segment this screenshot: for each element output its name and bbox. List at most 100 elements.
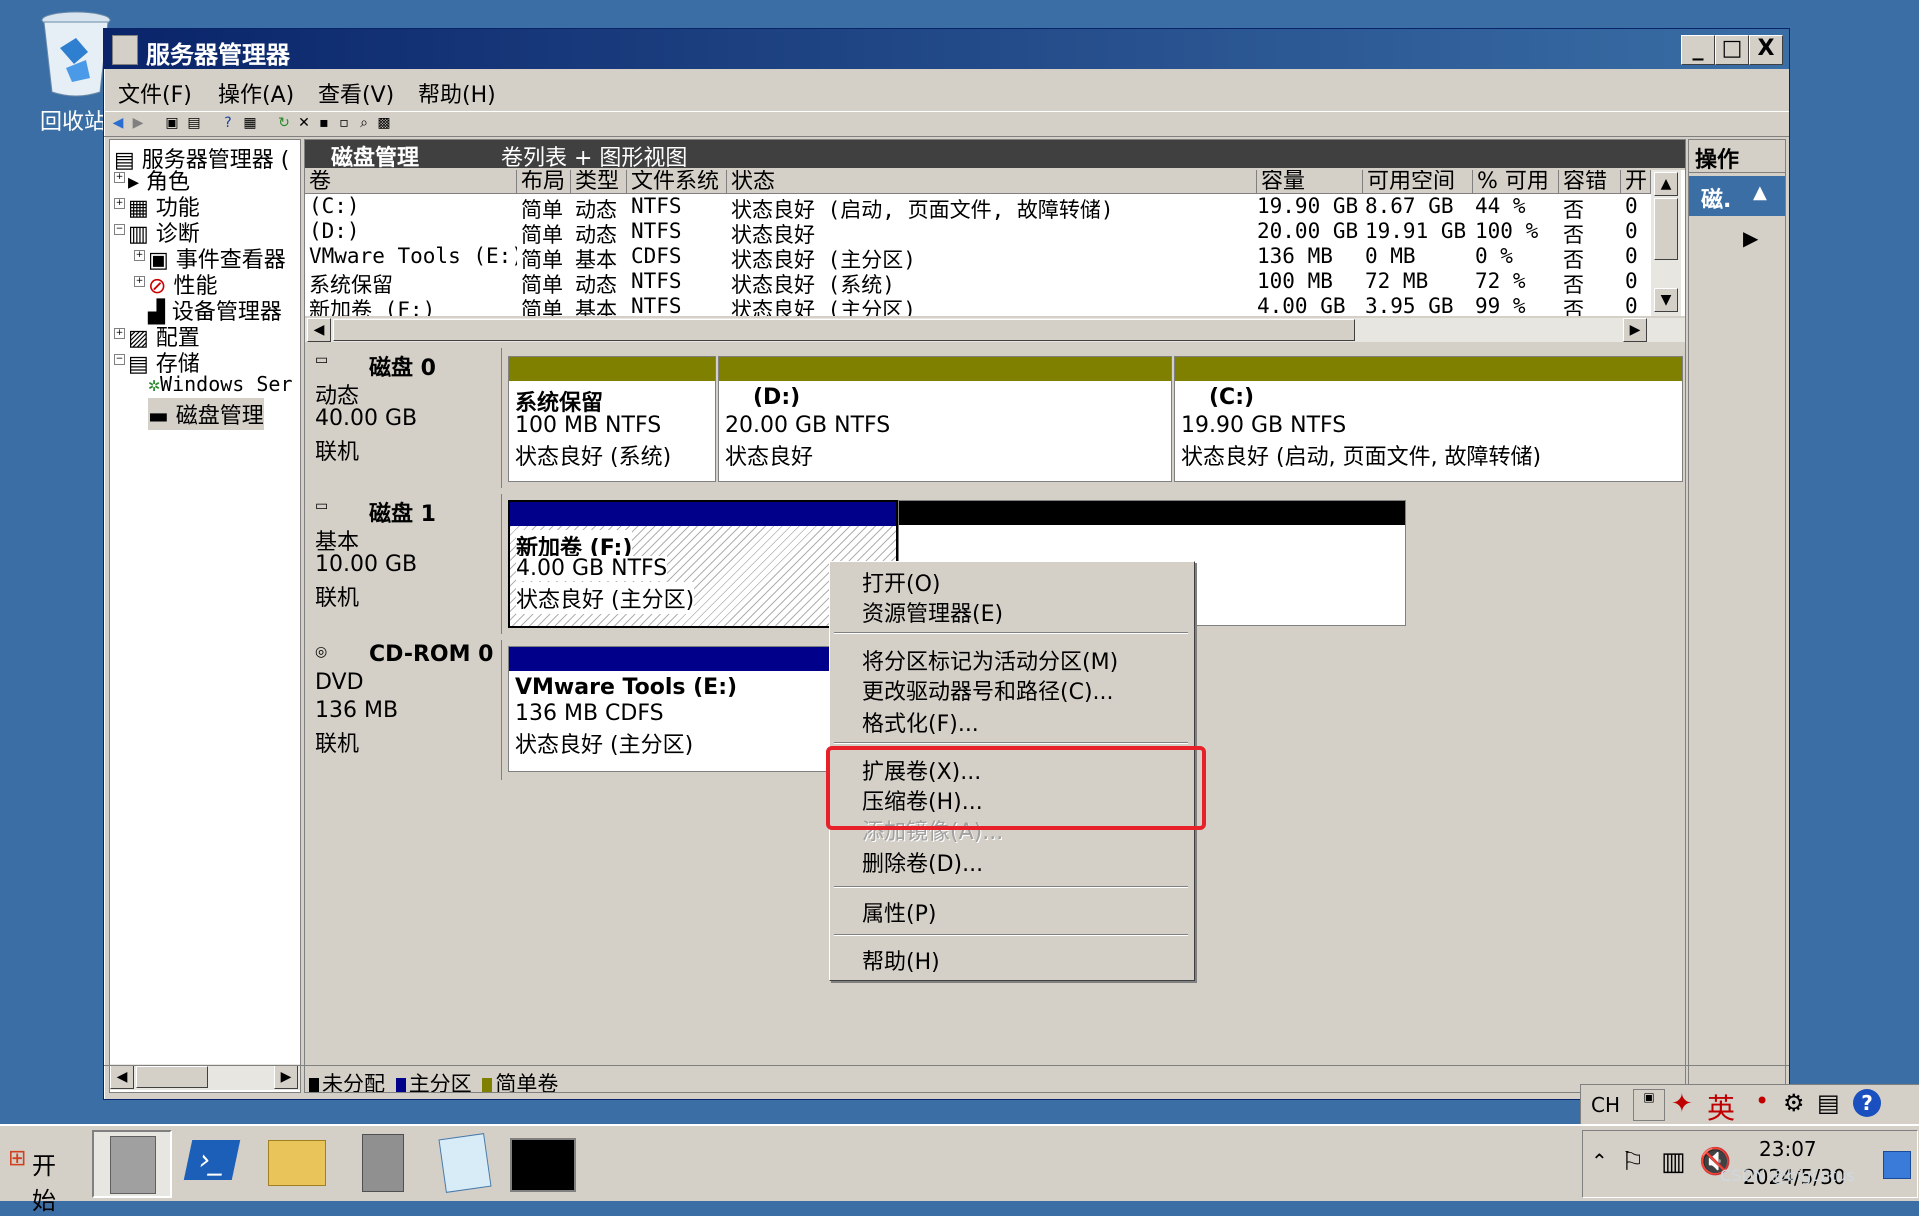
ime-ms-pinyin-icon[interactable]: ▣ [1633, 1089, 1665, 1121]
refresh-icon[interactable]: ↻ [276, 115, 292, 131]
menu-item-explorer[interactable]: 资源管理器(E) [862, 596, 1003, 628]
column-header-capacity[interactable]: 容量 [1257, 170, 1363, 194]
menu-item-change-drive-letter[interactable]: 更改驱动器号和路径(C)... [862, 674, 1114, 706]
volume-list-horizontal-scrollbar[interactable]: ◀ ▶ [305, 318, 1685, 342]
taskbar-powershell[interactable]: ›_ [176, 1130, 252, 1194]
clock-time[interactable]: 23:07 [1759, 1137, 1817, 1161]
expand-toggle[interactable]: + [114, 198, 125, 209]
ime-options-icon[interactable]: ▤ [1817, 1089, 1840, 1117]
more-actions-arrow-icon[interactable]: ▶ [1743, 226, 1758, 250]
maximize-button[interactable]: □ [1715, 35, 1749, 65]
table-cell: 0 [1625, 219, 1638, 243]
title-bar[interactable]: 服务器管理器 _ □ X [104, 29, 1789, 69]
console-icon[interactable]: ▦ [242, 115, 258, 131]
help-icon[interactable]: ? [220, 115, 236, 131]
taskbar-command-prompt[interactable] [504, 1130, 580, 1194]
menu-bar: 文件(F) 操作(A) 查看(V) 帮助(H) [104, 71, 1789, 109]
table-cell: NTFS [631, 194, 682, 218]
taskbar-file-explorer[interactable] [260, 1130, 336, 1194]
properties-icon[interactable]: ▪ [316, 115, 332, 131]
scroll-thumb[interactable] [1654, 198, 1678, 260]
menu-item-mark-active[interactable]: 将分区标记为活动分区(M) [862, 644, 1118, 676]
taskbar-admin-tools[interactable] [344, 1130, 420, 1194]
scroll-right-button[interactable]: ▶ [1623, 318, 1647, 342]
menu-item-open[interactable]: 打开(O) [862, 566, 940, 598]
expand-toggle[interactable]: + [134, 250, 145, 261]
language-indicator[interactable]: CH [1591, 1093, 1620, 1117]
column-header-layout[interactable]: 布局 [517, 170, 571, 194]
show-hidden-icons-chevron-icon[interactable]: ⌃ [1591, 1149, 1608, 1173]
volume-list-vertical-scrollbar[interactable]: ▲ ▼ [1651, 170, 1681, 316]
expand-toggle[interactable]: + [114, 172, 125, 183]
minimize-button[interactable]: _ [1681, 35, 1715, 65]
disk-1-info[interactable]: ▭ 磁盘 1 基本 10.00 GB 联机 [309, 494, 502, 634]
scroll-thumb[interactable] [333, 319, 1355, 341]
ime-mode-icon[interactable]: ✦ [1671, 1089, 1693, 1119]
column-header-percent-free[interactable]: % 可用 [1473, 170, 1559, 194]
cdrom-0-info[interactable]: ◎ CD-ROM 0 DVD 136 MB 联机 [309, 640, 502, 780]
collapse-toggle[interactable]: − [114, 224, 125, 235]
menu-file[interactable]: 文件(F) [118, 77, 192, 109]
forward-arrow-icon[interactable]: ▶ [130, 115, 146, 131]
table-cell: 20.00 GB [1257, 219, 1359, 243]
storage-icon: ▤ [128, 352, 149, 377]
taskbar-notepad[interactable] [428, 1130, 504, 1194]
table-row[interactable]: (C:) 简单 动态 NTFS 状态良好 (启动, 页面文件, 故障转储) 19.90 G… [305, 194, 1651, 222]
scroll-down-button[interactable]: ▼ [1654, 288, 1678, 312]
table-row[interactable]: 系统保留 简单 动态 NTFS 状态良好 (系统) 100 MB 72 MB 72 % 否 0 [305, 269, 1651, 297]
expand-toggle[interactable]: + [114, 328, 125, 339]
menu-item-format[interactable]: 格式化(F)... [862, 706, 979, 738]
open-folder-icon[interactable]: ▫ [336, 115, 352, 131]
table-cell: 4.00 GB [1257, 294, 1346, 316]
network-icon[interactable]: ▥ [1661, 1147, 1686, 1177]
start-button[interactable]: ⊞ 开始 [4, 1134, 78, 1215]
ime-english-toggle[interactable]: 英 [1707, 1087, 1735, 1127]
partition-system-reserved[interactable]: 系统保留 100 MB NTFS 状态良好 (系统) [508, 356, 716, 482]
show-desktop-button[interactable] [1883, 1151, 1911, 1179]
ime-settings-icon[interactable]: ⚙ [1783, 1089, 1805, 1117]
windows-logo-icon: ⊞ [8, 1146, 27, 1171]
tree-item-disk-management[interactable]: ▬ 磁盘管理 [148, 398, 264, 430]
column-header-status[interactable]: 状态 [727, 170, 1257, 194]
table-row[interactable]: VMware Tools (E:) 简单 基本 CDFS 状态良好 (主分区) 136 M… [305, 244, 1651, 272]
partition-d-drive[interactable]: (D:) 20.00 GB NTFS 状态良好 [718, 356, 1172, 482]
back-arrow-icon[interactable]: ◀ [110, 115, 126, 131]
column-header-filesystem[interactable]: 文件系统 [627, 170, 727, 194]
menu-view[interactable]: 查看(V) [318, 77, 394, 109]
scroll-up-button[interactable]: ▲ [1654, 172, 1678, 196]
actions-disk-management-item[interactable]: 磁. ▲ [1689, 176, 1785, 216]
delete-icon[interactable]: ✕ [296, 115, 312, 131]
table-row[interactable]: (D:) 简单 动态 NTFS 状态良好 20.00 GB 19.91 GB 100 % 否 0 [305, 219, 1651, 247]
up-folder-icon[interactable]: ▣ [164, 115, 180, 131]
table-cell: CDFS [631, 244, 682, 268]
menu-help[interactable]: 帮助(H) [418, 77, 496, 109]
menu-item-delete-volume[interactable]: 删除卷(D)... [862, 846, 983, 878]
search-icon[interactable]: ⌕ [356, 115, 372, 131]
column-header-overhead[interactable]: 开 [1621, 170, 1651, 194]
taskbar-server-manager[interactable] [92, 1130, 172, 1198]
collapse-toggle[interactable]: − [114, 354, 125, 365]
menu-item-properties[interactable]: 属性(P) [862, 896, 936, 928]
tree-item-windows-server-backup[interactable]: ✲Windows Ser [148, 372, 293, 396]
column-header-volume[interactable]: 卷 [305, 170, 517, 194]
volume-rows: (C:) 简单 动态 NTFS 状态良好 (启动, 页面文件, 故障转储) 19.90 G… [305, 194, 1651, 316]
collapse-arrow-icon[interactable]: ▲ [1753, 182, 1767, 203]
column-header-type[interactable]: 类型 [571, 170, 627, 194]
disk-icon: ▭ [315, 498, 329, 514]
disk-settings-icon[interactable]: ▩ [376, 115, 392, 131]
disk-0-info[interactable]: ▭ 磁盘 0 动态 40.00 GB 联机 [309, 348, 502, 488]
expand-toggle[interactable]: + [134, 276, 145, 287]
column-header-fault-tolerance[interactable]: 容错 [1559, 170, 1621, 194]
menu-action[interactable]: 操作(A) [218, 77, 294, 109]
partition-c-drive[interactable]: (C:) 19.90 GB NTFS 状态良好 (启动, 页面文件, 故障转储) [1174, 356, 1683, 482]
close-button[interactable]: X [1749, 35, 1783, 65]
table-row[interactable]: 新加卷 (F:) 简单 基本 NTFS 状态良好 (主分区) 4.00 GB 3.95 GB… [305, 294, 1651, 316]
menu-separator [834, 886, 1188, 888]
action-center-flag-icon[interactable]: ⚐ [1621, 1147, 1644, 1177]
show-hide-tree-icon[interactable]: ▤ [186, 115, 202, 131]
ime-help-icon[interactable]: ? [1853, 1089, 1881, 1117]
column-header-free-space[interactable]: 可用空间 [1363, 170, 1473, 194]
scroll-left-button[interactable]: ◀ [307, 318, 331, 342]
menu-item-help[interactable]: 帮助(H) [862, 944, 940, 976]
ime-punctuation-icon[interactable]: • [1755, 1087, 1769, 1115]
